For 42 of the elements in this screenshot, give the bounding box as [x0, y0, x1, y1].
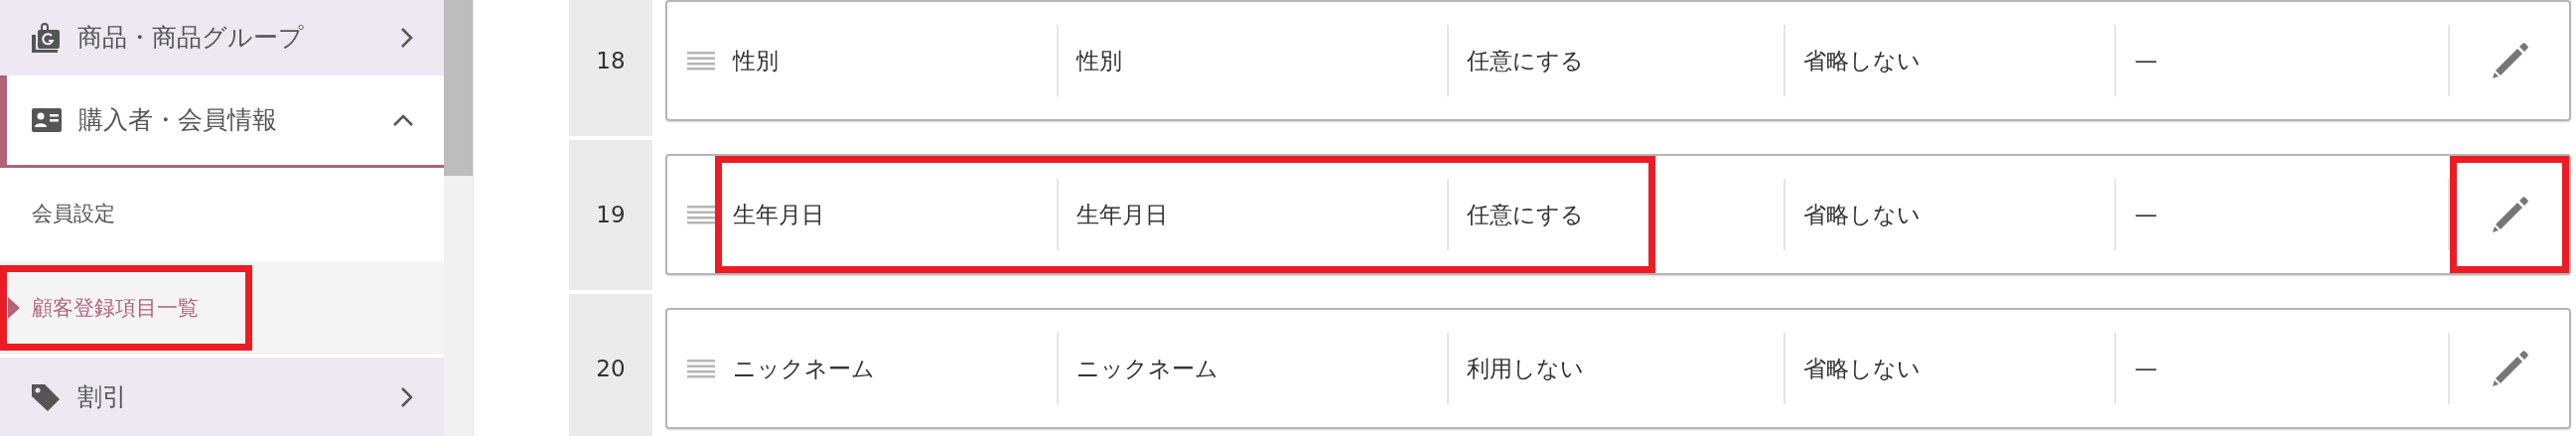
- scrollbar[interactable]: [444, 0, 474, 436]
- pencil-icon: [2490, 195, 2530, 234]
- sidebar-item-label: 割引: [77, 381, 128, 413]
- sidebar-item-label: 商品・商品グループ: [77, 22, 305, 55]
- table-cell-text: —: [2133, 46, 2158, 75]
- drag-handle-icon[interactable]: [687, 51, 715, 71]
- chevron-right-icon: [400, 385, 414, 408]
- table-cell-text: 生年月日: [732, 200, 824, 229]
- table-cell-text: 省略しない: [1801, 354, 1921, 383]
- table-cell-text: —: [2133, 354, 2158, 383]
- edit-button[interactable]: [2450, 156, 2569, 273]
- chevron-right-icon: [400, 26, 414, 49]
- pencil-icon: [2490, 349, 2530, 388]
- row-number: 19: [569, 140, 652, 290]
- table-cell-text: 性別: [1074, 46, 1122, 75]
- sidebar-subitem[interactable]: 会員設定: [0, 167, 444, 262]
- triangle-right-icon: [8, 297, 20, 320]
- table-cell-text: ニックネーム: [732, 354, 875, 383]
- row-number: 20: [569, 294, 652, 436]
- drag-handle-icon[interactable]: [687, 205, 715, 224]
- scrollbar-thumb[interactable]: [444, 0, 473, 176]
- sidebar-item[interactable]: 商品・商品グループ: [0, 0, 444, 75]
- pencil-icon: [2490, 41, 2530, 80]
- drag-handle-icon[interactable]: [687, 359, 715, 378]
- sidebar-item-label: 購入者・会員情報: [78, 104, 278, 136]
- row-number: 18: [569, 0, 652, 136]
- table-cell-text: 省略しない: [1801, 46, 1921, 75]
- sidebar-item[interactable]: 購入者・会員情報: [0, 74, 444, 168]
- table-cell-text: 省略しない: [1801, 200, 1921, 229]
- chevron-up-icon: [392, 112, 414, 127]
- table-cell-text: 性別: [731, 46, 779, 75]
- table-cell-text: 任意にする: [1466, 46, 1584, 75]
- sidebar-item[interactable]: 割引: [0, 358, 444, 436]
- table-cell-text: —: [2133, 200, 2158, 229]
- sidebar-subitem-label: 顧客登録項目一覧: [32, 294, 199, 322]
- sidebar-subitem[interactable]: 顧客登録項目一覧: [0, 261, 444, 356]
- table-cell-text: 生年月日: [1075, 200, 1168, 229]
- sidebar-subitem-label: 会員設定: [32, 201, 115, 228]
- table-cell-text: ニックネーム: [1075, 354, 1218, 383]
- table-cell-text: 任意にする: [1466, 200, 1584, 229]
- table-cell-text: 利用しない: [1466, 354, 1584, 383]
- shopping-bag-icon: [30, 21, 62, 54]
